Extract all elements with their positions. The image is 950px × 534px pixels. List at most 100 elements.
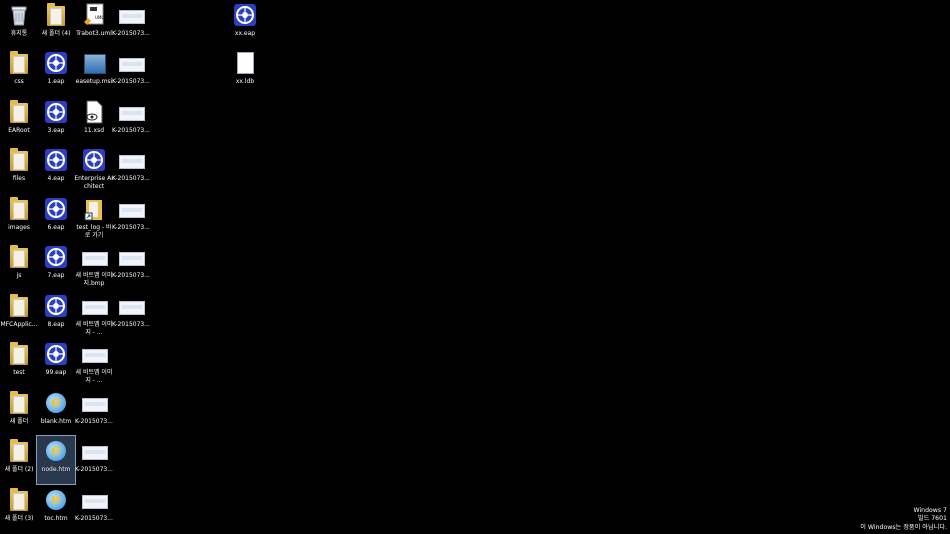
desktop[interactable]: 휴지통 css EARoot files images js MFCApplic... tes… [0, 0, 950, 534]
watermark-os: Windows 7 [913, 506, 947, 514]
folder-shortcut-icon [81, 196, 107, 222]
desktop-icon-label: js [16, 272, 22, 279]
watermark-build: 빌드 7601 [917, 515, 947, 522]
watermark-genuine-notice: 이 Windows는 정품이 아닙니다. [860, 523, 947, 531]
desktop-icon-label: 99.eap [45, 369, 67, 376]
desktop-icon[interactable]: EARoot [0, 97, 38, 145]
desktop-icon-label: 새 비트맵 이미지.bmp [75, 272, 113, 287]
desktop-icon[interactable]: K-2015073... [75, 388, 113, 436]
desktop-icon-label: 7.eap [47, 272, 65, 279]
enterprise-architect-icon [43, 147, 69, 173]
folder-icon [6, 50, 32, 76]
desktop-icon[interactable]: K-2015073... [112, 194, 150, 242]
desktop-icon-label: 4.eap [47, 175, 65, 182]
folder-icon [6, 147, 32, 173]
desktop-icon[interactable]: K-2015073... [75, 485, 113, 533]
desktop-icon[interactable]: 7.eap [37, 242, 75, 290]
desktop-icon[interactable]: 새 비트맵 이미지 - ... [75, 291, 113, 339]
desktop-icon[interactable]: test [0, 339, 38, 387]
desktop-icon[interactable]: xx.ldb [226, 48, 264, 96]
desktop-icon-label: 새 폴더 (2) [4, 466, 34, 473]
desktop-icon[interactable]: K-2015073... [112, 242, 150, 290]
desktop-icon[interactable]: K-2015073... [112, 291, 150, 339]
desktop-icon-label: K-2015073... [112, 321, 150, 328]
desktop-icon[interactable]: 새 폴더 (3) [0, 485, 38, 533]
desktop-icon[interactable]: 8.eap [37, 291, 75, 339]
desktop-icon[interactable]: 새 비트맵 이미지.bmp [75, 242, 113, 290]
desktop-icon[interactable]: css [0, 48, 38, 96]
desktop-icon-label: Trabot3.uml [76, 30, 112, 37]
desktop-icon[interactable]: blank.htm [37, 388, 75, 436]
desktop-icon[interactable]: xx.eap [226, 0, 264, 48]
folder-icon [6, 438, 32, 464]
desktop-icon[interactable]: K-2015073... [112, 48, 150, 96]
desktop-icon-label: 새 폴더 [9, 418, 29, 425]
enterprise-architect-icon [43, 341, 69, 367]
bitmap-image-icon [118, 196, 145, 222]
desktop-icon[interactable]: 휴지통 [0, 0, 38, 48]
desktop-icon-label: K-2015073... [112, 127, 150, 134]
enterprise-architect-icon [43, 196, 69, 222]
desktop-icon-label: 3.eap [47, 127, 65, 134]
bitmap-image-icon [81, 341, 108, 367]
desktop-icon[interactable]: 새 비트맵 이미지 - ... [75, 339, 113, 387]
bitmap-image-icon [81, 293, 108, 319]
internet-explorer-icon [43, 487, 69, 513]
desktop-icon[interactable]: files [0, 145, 38, 193]
desktop-icon[interactable]: K-2015073... [112, 145, 150, 193]
desktop-icon-label: 새 폴더 (3) [4, 515, 34, 522]
desktop-icon[interactable]: images [0, 194, 38, 242]
desktop-icon-label: 새 비트맵 이미지 - ... [75, 369, 113, 384]
desktop-icon[interactable]: 4.eap [37, 145, 75, 193]
bitmap-image-icon [81, 487, 108, 513]
desktop-icon-label: blank.htm [40, 418, 72, 425]
desktop-icon-label: test [13, 369, 25, 376]
desktop-icon-label: MFCApplic... [0, 321, 38, 328]
desktop-icon[interactable]: Enterprise Architect [74, 145, 114, 193]
desktop-icon-label: 새 비트맵 이미지 - ... [75, 321, 113, 336]
enterprise-architect-icon [81, 147, 107, 173]
desktop-icon[interactable]: 6.eap [37, 194, 75, 242]
desktop-icon[interactable]: node.htm [36, 435, 76, 485]
desktop-icon-label: 8.eap [47, 321, 65, 328]
enterprise-architect-icon [43, 50, 69, 76]
desktop-icon[interactable]: K-2015073... [112, 97, 150, 145]
desktop-icon[interactable]: js [0, 242, 38, 290]
desktop-icon-label: K-2015073... [75, 418, 113, 425]
desktop-icon[interactable]: 1.eap [37, 48, 75, 96]
internet-explorer-icon [43, 390, 69, 416]
enterprise-architect-icon [43, 99, 69, 125]
desktop-icon[interactable]: test_log - 바로 가기 [75, 194, 113, 242]
recycle-bin-icon [6, 2, 32, 28]
desktop-icon-label: K-2015073... [112, 224, 150, 231]
desktop-icon-label: EARoot [8, 127, 30, 134]
desktop-icon[interactable]: K-2015073... [75, 436, 113, 484]
desktop-icon-label: Enterprise Architect [74, 175, 114, 190]
desktop-icon[interactable]: 새 폴더 (2) [0, 436, 38, 484]
desktop-icon[interactable]: K-2015073... [112, 0, 150, 48]
desktop-icon[interactable]: 3.eap [37, 97, 75, 145]
desktop-icon-label: 휴지통 [10, 30, 28, 37]
svg-text:UML: UML [95, 15, 104, 20]
desktop-icon-label: 11.xsd [83, 127, 105, 134]
desktop-icon-label: K-2015073... [75, 515, 113, 522]
desktop-icon[interactable]: 99.eap [37, 339, 75, 387]
desktop-icon-label: 1.eap [47, 78, 65, 85]
desktop-icon-label: css [14, 78, 24, 85]
desktop-icon-label: K-2015073... [75, 466, 113, 473]
desktop-icon-label: K-2015073... [112, 78, 150, 85]
desktop-icon[interactable]: 11.xsd [75, 97, 113, 145]
desktop-icon-label: images [8, 224, 30, 231]
desktop-icon[interactable]: 새 폴더 (4) [37, 0, 75, 48]
desktop-icon[interactable]: easetup.msi [75, 48, 113, 96]
desktop-icon-label: easetup.msi [75, 78, 113, 85]
bitmap-image-icon [81, 438, 108, 464]
folder-icon [6, 244, 32, 270]
desktop-icon[interactable]: UML Trabot3.uml [75, 0, 113, 48]
enterprise-architect-icon [232, 2, 258, 28]
desktop-icon[interactable]: MFCApplic... [0, 291, 38, 339]
desktop-icon-label: 6.eap [47, 224, 65, 231]
folder-icon [6, 390, 32, 416]
desktop-icon[interactable]: toc.htm [37, 485, 75, 533]
desktop-icon[interactable]: 새 폴더 [0, 388, 38, 436]
